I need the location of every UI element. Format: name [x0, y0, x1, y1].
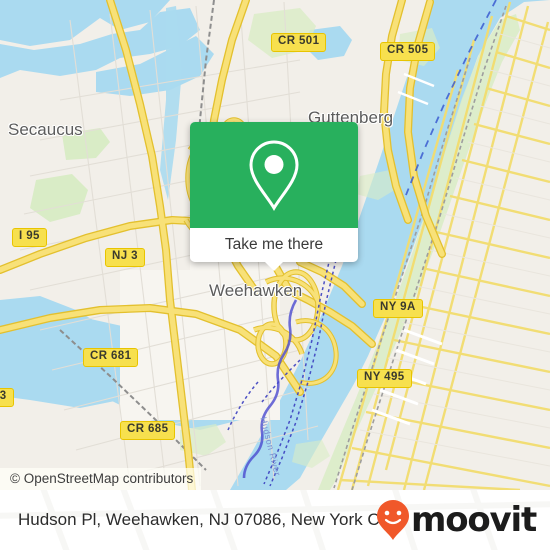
footer-bar: Hudson Pl, Weehawken, NJ 07086, New York…: [0, 490, 550, 550]
place-label-weehawken: Weehawken: [209, 281, 303, 300]
moovit-wordmark: moovit: [410, 500, 537, 540]
map-pin-icon: [249, 140, 299, 211]
shield-i-95[interactable]: I 95: [12, 228, 47, 247]
shield-cr-63-partial[interactable]: 63: [0, 388, 14, 407]
popup-pointer: [264, 261, 284, 271]
address-text: Hudson Pl, Weehawken, NJ 07086, New York…: [18, 510, 397, 529]
moovit-logo[interactable]: moovit: [376, 499, 537, 541]
shield-cr-685[interactable]: CR 685: [120, 421, 176, 440]
shield-ny-495[interactable]: NY 495: [357, 369, 412, 388]
popup-icon-panel: [190, 122, 358, 228]
take-me-there-label: Take me there: [224, 236, 324, 253]
osm-attribution[interactable]: © OpenStreetMap contributors: [0, 468, 202, 490]
shield-cr-681[interactable]: CR 681: [83, 348, 139, 367]
place-label-secaucus: Secaucus: [8, 120, 83, 139]
popup-action-bar[interactable]: Take me there: [190, 228, 358, 271]
shield-cr-501[interactable]: CR 501: [271, 33, 327, 52]
moovit-pin-smiley-icon: [376, 500, 409, 540]
shield-ny-9a[interactable]: NY 9A: [373, 299, 423, 318]
shield-cr-505[interactable]: CR 505: [380, 42, 436, 61]
map-canvas[interactable]: Secaucus Guttenberg Weehawken Hudson Riv…: [0, 0, 550, 490]
shield-nj-3[interactable]: NJ 3: [105, 248, 145, 267]
take-me-there-popup[interactable]: Take me there: [190, 122, 358, 271]
